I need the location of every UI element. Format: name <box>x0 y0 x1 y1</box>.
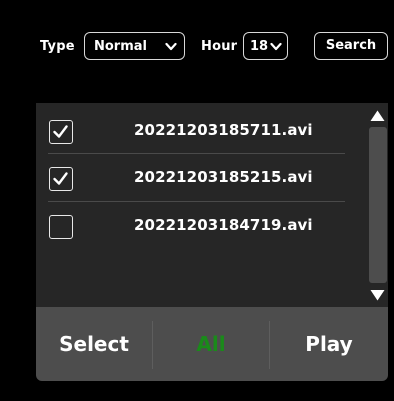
search-button[interactable]: Search <box>314 32 388 60</box>
file-row[interactable]: 20221203184719.avi <box>36 203 346 249</box>
scrollbar[interactable] <box>367 103 388 307</box>
row-divider <box>48 153 345 154</box>
file-name: 20221203184719.avi <box>134 216 313 234</box>
hour-label: Hour <box>201 39 238 54</box>
select-button[interactable]: Select <box>36 307 152 381</box>
scroll-down-arrow-icon[interactable] <box>370 289 385 301</box>
file-row[interactable]: 20221203185711.avi <box>36 108 346 154</box>
type-dropdown[interactable]: Normal <box>84 32 185 60</box>
scrollbar-thumb[interactable] <box>369 127 387 283</box>
file-name: 20221203185711.avi <box>134 121 313 139</box>
all-button[interactable]: All <box>153 307 269 381</box>
hour-dropdown-value: 18 <box>250 38 269 54</box>
row-divider <box>48 201 345 202</box>
action-bar: Select All Play <box>36 307 388 381</box>
chevron-down-icon <box>165 42 177 51</box>
play-button[interactable]: Play <box>270 307 388 381</box>
file-list: 20221203185711.avi 20221203185215.avi 20… <box>36 103 388 307</box>
file-checkbox[interactable] <box>49 120 73 144</box>
file-checkbox[interactable] <box>49 215 73 239</box>
file-name: 20221203185215.avi <box>134 168 313 186</box>
chevron-down-icon <box>270 42 282 51</box>
file-checkbox[interactable] <box>49 167 73 191</box>
checkmark-icon <box>53 172 68 185</box>
scroll-up-arrow-icon[interactable] <box>370 110 385 122</box>
type-label: Type <box>40 39 75 54</box>
checkmark-icon <box>53 125 68 138</box>
file-row[interactable]: 20221203185215.avi <box>36 155 346 201</box>
type-dropdown-value: Normal <box>94 38 147 54</box>
hour-dropdown[interactable]: 18 <box>243 32 288 60</box>
